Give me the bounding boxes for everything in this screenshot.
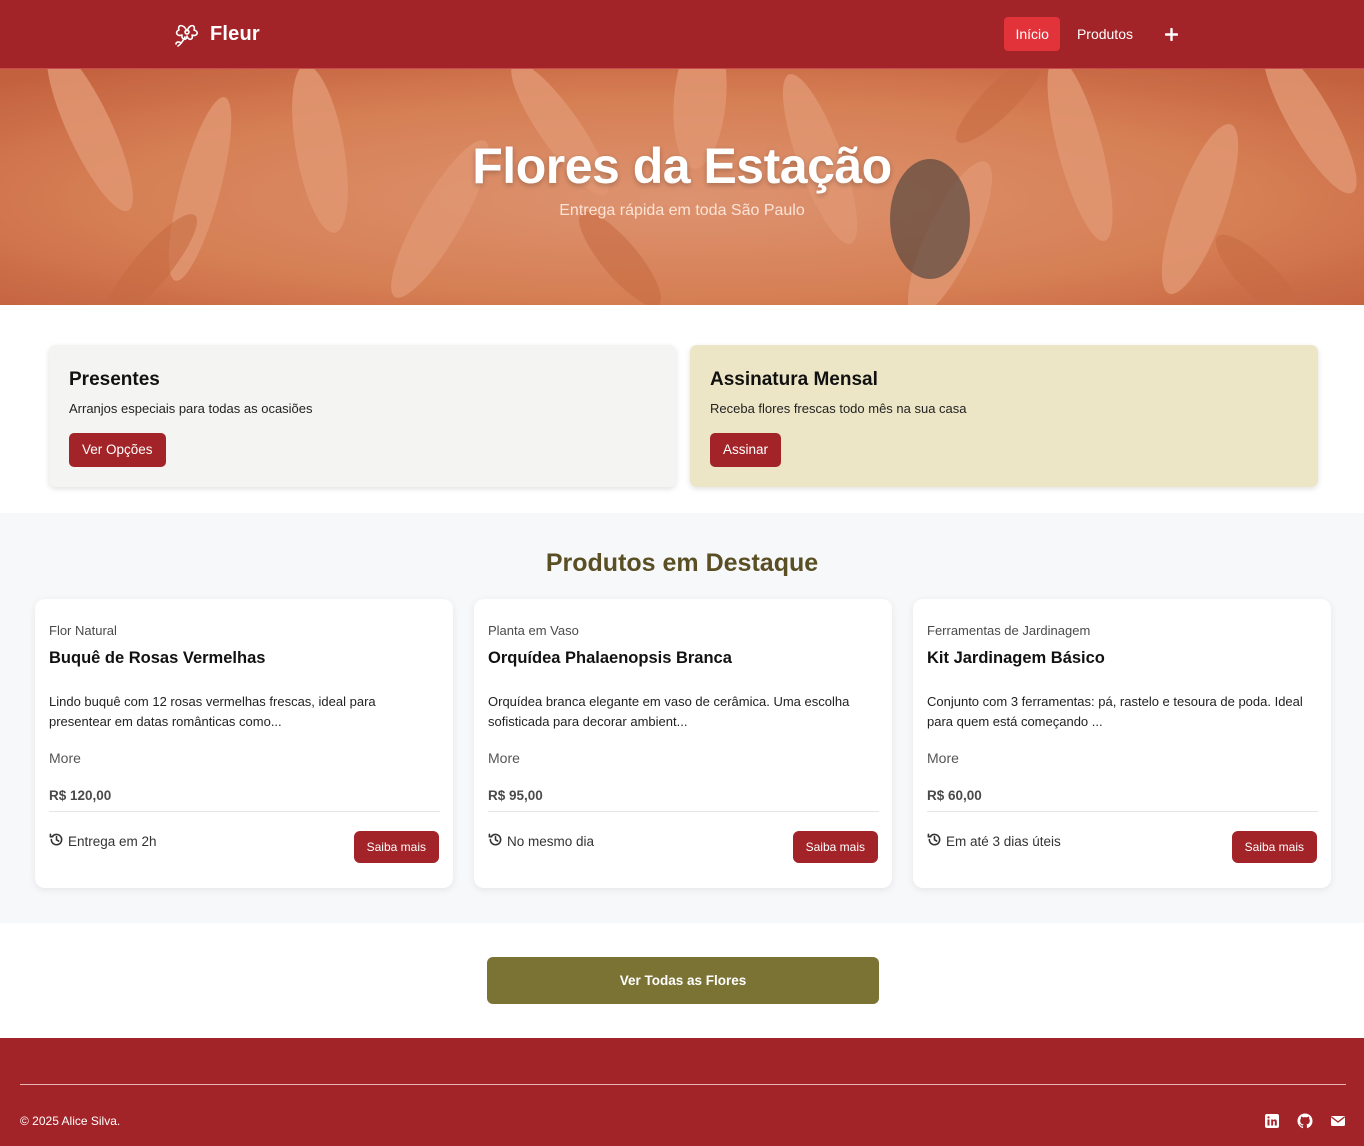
delivery-info: Em até 3 dias úteis [927,832,1061,850]
divider [488,811,879,812]
delivery-info: Entrega em 2h [49,832,157,850]
promo-text: Receba flores frescas todo mês na sua ca… [710,401,967,416]
history-icon [927,832,942,850]
copyright: © 2025 Alice Silva. [20,1114,121,1128]
product-card: Ferramentas de Jardinagem Kit Jardinagem… [913,599,1331,888]
promo-card-assinatura: Assinatura Mensal Receba flores frescas … [690,345,1318,487]
history-icon [49,832,64,850]
mail-icon[interactable] [1330,1113,1346,1129]
github-icon[interactable] [1297,1113,1313,1129]
delivery-text: Entrega em 2h [68,833,157,849]
brand-name: Fleur [210,22,260,45]
saiba-mais-button[interactable]: Saiba mais [792,831,878,863]
saiba-mais-button[interactable]: Saiba mais [1231,831,1317,863]
product-description: Orquídea branca elegante em vaso de cerâ… [488,694,850,729]
history-icon [488,832,503,850]
product-description: Conjunto com 3 ferramentas: pá, rastelo … [927,694,1303,729]
navbar: Fleur Início Produtos [0,0,1364,69]
nav-links: Início Produtos [1004,17,1188,51]
featured-title: Produtos em Destaque [545,549,819,577]
delivery-text: Em até 3 dias úteis [946,833,1061,849]
footer-divider [20,1084,1346,1085]
promo-text: Arranjos especiais para todas as ocasiõe… [69,401,313,416]
divider [49,811,440,812]
more-link[interactable]: More [488,750,520,766]
product-price: R$ 95,00 [488,788,543,803]
promo-card-presentes: Presentes Arranjos especiais para todas … [49,345,676,487]
assinar-button[interactable]: Assinar [710,433,782,467]
product-description: Lindo buquê com 12 rosas vermelhas fresc… [49,694,376,729]
featured-section: Produtos em Destaque Flor Natural Buquê … [0,513,1364,923]
product-category: Ferramentas de Jardinagem [927,623,1091,638]
hero-subtitle: Entrega rápida em toda São Paulo [559,202,805,219]
product-name: Orquídea Phalaenopsis Branca [488,649,732,667]
ver-todas-flores-button[interactable]: Ver Todas as Flores [487,957,879,1004]
delivery-text: No mesmo dia [507,833,595,849]
product-card: Planta em Vaso Orquídea Phalaenopsis Bra… [474,599,892,888]
product-category: Flor Natural [49,623,117,638]
delivery-info: No mesmo dia [488,832,594,850]
promo-title: Assinatura Mensal [710,369,878,390]
linkedin-icon[interactable] [1264,1113,1280,1129]
divider [927,811,1318,812]
plus-icon[interactable] [1154,17,1188,51]
brand[interactable]: Fleur [173,18,260,50]
product-price: R$ 60,00 [927,788,982,803]
social-links [1264,1113,1346,1129]
product-name: Kit Jardinagem Básico [927,649,1105,667]
nav-link-inicio[interactable]: Início [1004,17,1060,51]
ver-opcoes-button[interactable]: Ver Opções [69,433,166,467]
nav-link-produtos[interactable]: Produtos [1066,17,1144,51]
product-category: Planta em Vaso [488,623,579,638]
product-card: Flor Natural Buquê de Rosas Vermelhas Li… [35,599,453,888]
hero-title: Flores da Estação [472,138,892,194]
saiba-mais-button[interactable]: Saiba mais [353,831,439,863]
promo-title: Presentes [69,369,160,390]
flower-logo-icon [173,19,201,49]
more-link[interactable]: More [927,750,959,766]
product-price: R$ 120,00 [49,788,112,803]
hero-banner: Flores da Estação Entrega rápida em toda… [0,69,1364,305]
product-name: Buquê de Rosas Vermelhas [49,649,266,667]
more-link[interactable]: More [49,750,81,766]
footer: © 2025 Alice Silva. [0,1038,1364,1146]
